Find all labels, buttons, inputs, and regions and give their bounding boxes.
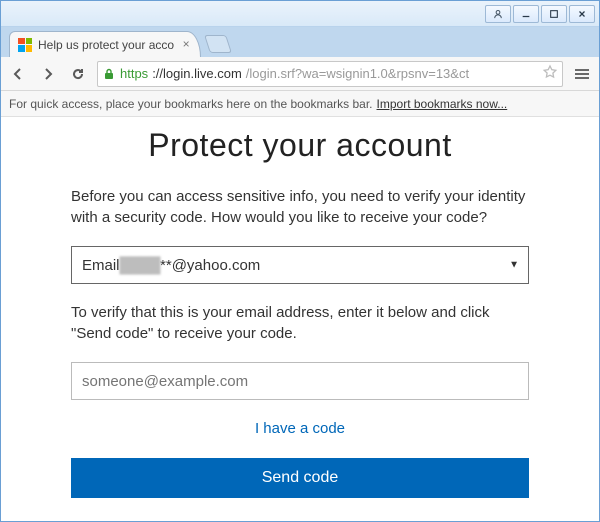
send-code-button[interactable]: Send code — [71, 458, 529, 498]
have-code-link[interactable]: I have a code — [255, 420, 345, 437]
close-tab-icon[interactable]: × — [180, 38, 192, 50]
intro-text: Before you can access sensitive info, yo… — [71, 186, 529, 228]
forward-button[interactable] — [37, 63, 59, 85]
select-suffix: **@yahoo.com — [160, 257, 260, 274]
tab-title: Help us protect your acco — [38, 38, 174, 52]
close-window-button[interactable] — [569, 5, 595, 23]
browser-tab[interactable]: Help us protect your acco × — [9, 31, 201, 57]
address-bar[interactable]: https ://login.live.com/login.srf?wa=wsig… — [97, 61, 563, 87]
chrome-menu-button[interactable] — [571, 63, 593, 85]
browser-window: Help us protect your acco × https ://logi… — [0, 0, 600, 522]
window-titlebar — [1, 1, 599, 27]
reload-button[interactable] — [67, 63, 89, 85]
footer-links: Terms of Use Privacy & Cookies — [71, 520, 529, 521]
terms-link[interactable]: Terms of Use — [193, 520, 270, 521]
page-content: Protect your account Before you can acce… — [1, 117, 599, 521]
verify-instructions: To verify that this is your email addres… — [71, 302, 529, 344]
chevron-down-icon: ▼ — [509, 260, 519, 271]
bookmarks-bar: For quick access, place your bookmarks h… — [1, 91, 599, 117]
url-path: /login.srf?wa=wsignin1.0&rpsnv=13&ct — [246, 66, 469, 81]
toolbar: https ://login.live.com/login.srf?wa=wsig… — [1, 57, 599, 91]
bookmarks-hint: For quick access, place your bookmarks h… — [9, 97, 373, 111]
url-host: ://login.live.com — [152, 66, 242, 81]
hamburger-icon — [575, 73, 589, 75]
delivery-method-select[interactable]: Email ████**@yahoo.com ▼ — [71, 246, 529, 284]
select-prefix: Email — [82, 257, 120, 274]
back-button[interactable] — [7, 63, 29, 85]
email-field[interactable] — [71, 362, 529, 400]
url-scheme: https — [120, 66, 148, 81]
minimize-button[interactable] — [513, 5, 539, 23]
page-title: Protect your account — [71, 127, 529, 164]
user-switch-button[interactable] — [485, 5, 511, 23]
bookmark-star-icon[interactable] — [542, 64, 558, 83]
import-bookmarks-link[interactable]: Import bookmarks now... — [377, 97, 508, 111]
tab-strip: Help us protect your acco × — [1, 27, 599, 57]
maximize-button[interactable] — [541, 5, 567, 23]
lock-icon — [102, 67, 116, 81]
privacy-link[interactable]: Privacy & Cookies — [301, 520, 406, 521]
microsoft-favicon — [18, 38, 32, 52]
new-tab-button[interactable] — [204, 35, 232, 53]
select-masked: ████ — [120, 257, 161, 274]
